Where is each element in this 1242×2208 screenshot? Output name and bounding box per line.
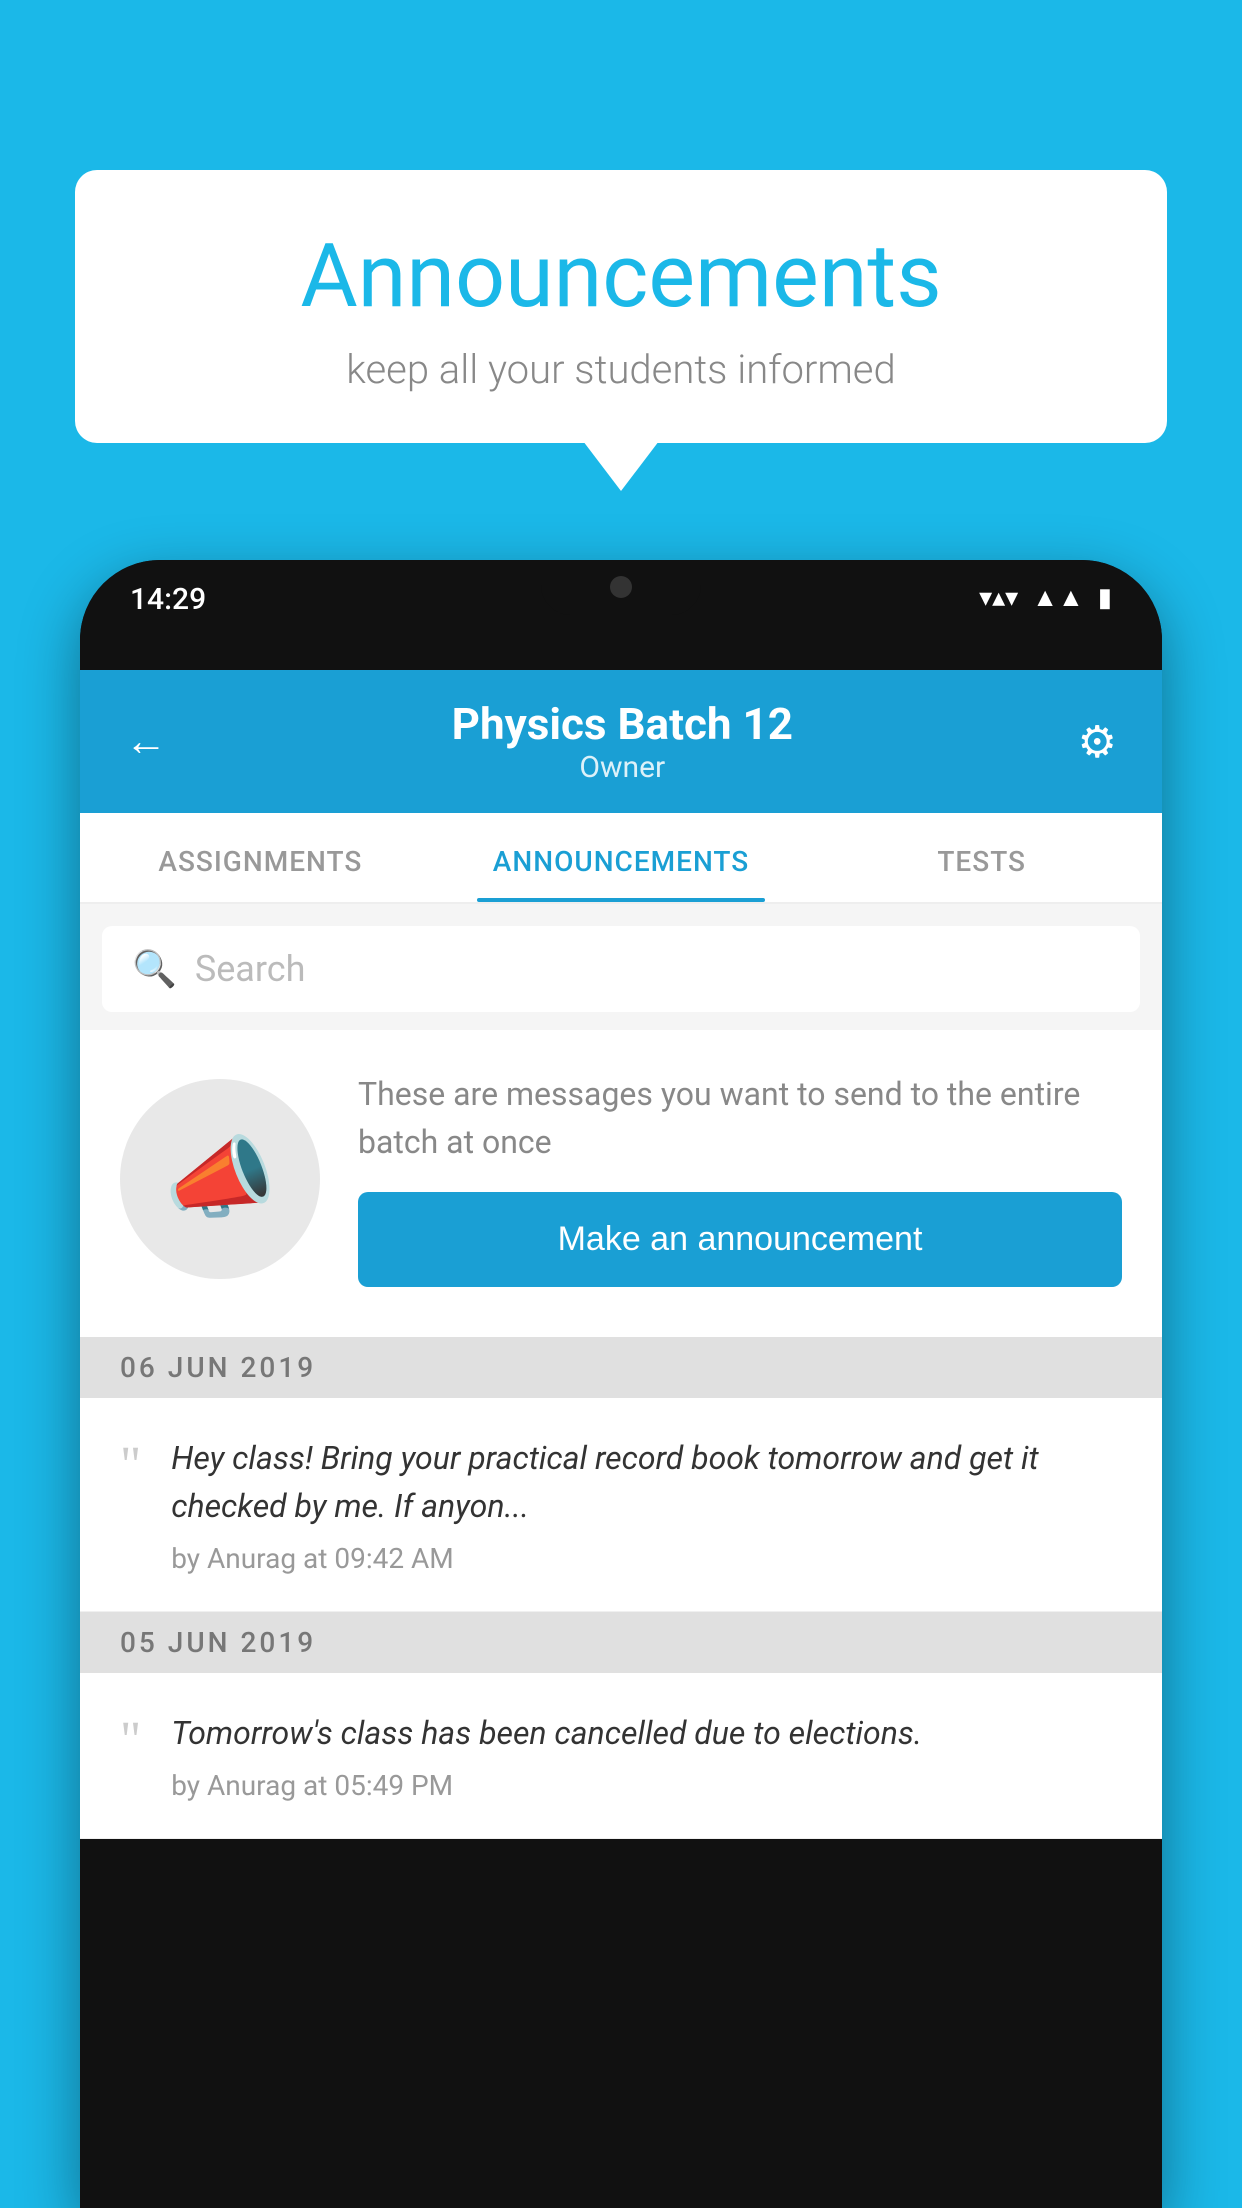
search-icon: 🔍 (132, 948, 177, 990)
batch-title: Physics Batch 12 (452, 698, 793, 750)
megaphone-circle: 📣 (120, 1079, 320, 1279)
promo-description: These are messages you want to send to t… (358, 1070, 1122, 1166)
announcement-text-block-1: Hey class! Bring your practical record b… (171, 1434, 1122, 1575)
app-header: ← Physics Batch 12 Owner ⚙ (80, 670, 1162, 813)
content-area: 🔍 Search 📣 These are messages you want t… (80, 904, 1162, 1839)
announcement-item-2[interactable]: " Tomorrow's class has been cancelled du… (80, 1673, 1162, 1839)
back-button[interactable]: ← (125, 717, 167, 766)
announcement-meta-1: by Anurag at 09:42 AM (171, 1542, 1122, 1575)
batch-role: Owner (452, 750, 793, 785)
settings-icon[interactable]: ⚙ (1078, 716, 1117, 768)
status-icons: ▾▴▾ ▲▲ ▮ (979, 582, 1112, 613)
search-placeholder: Search (195, 948, 306, 990)
quote-icon-2: " (120, 1715, 141, 1767)
wifi-icon: ▾▴▾ (979, 583, 1018, 613)
quote-icon-1: " (120, 1440, 141, 1492)
signal-icon: ▲▲ (1032, 582, 1083, 613)
phone-notch (541, 560, 701, 615)
announcement-text-block-2: Tomorrow's class has been cancelled due … (171, 1709, 1122, 1802)
status-time: 14:29 (130, 582, 206, 617)
announcement-text-1: Hey class! Bring your practical record b… (171, 1434, 1122, 1530)
announcement-text-2: Tomorrow's class has been cancelled due … (171, 1709, 1122, 1757)
make-announcement-button[interactable]: Make an announcement (358, 1192, 1122, 1287)
bubble-subtitle: keep all your students informed (135, 346, 1107, 393)
date-separator-2: 05 JUN 2019 (80, 1612, 1162, 1673)
promo-right: These are messages you want to send to t… (358, 1070, 1122, 1287)
promo-card: 📣 These are messages you want to send to… (80, 1030, 1162, 1337)
search-bar[interactable]: 🔍 Search (102, 926, 1140, 1012)
notch-camera (610, 576, 632, 598)
announcement-item-1[interactable]: " Hey class! Bring your practical record… (80, 1398, 1162, 1612)
battery-icon: ▮ (1098, 583, 1112, 613)
phone-frame: 14:29 ▾▴▾ ▲▲ ▮ ← Physics Batch 12 Owner … (80, 560, 1162, 2208)
header-title-block: Physics Batch 12 Owner (452, 698, 793, 785)
date-separator-1: 06 JUN 2019 (80, 1337, 1162, 1398)
tab-assignments[interactable]: ASSIGNMENTS (80, 813, 441, 902)
announcement-meta-2: by Anurag at 05:49 PM (171, 1769, 1122, 1802)
bubble-title: Announcements (135, 225, 1107, 328)
speech-bubble: Announcements keep all your students inf… (75, 170, 1167, 443)
megaphone-icon: 📣 (164, 1126, 276, 1231)
tab-bar: ASSIGNMENTS ANNOUNCEMENTS TESTS (80, 813, 1162, 904)
tab-tests[interactable]: TESTS (801, 813, 1162, 902)
tab-announcements[interactable]: ANNOUNCEMENTS (441, 813, 802, 902)
